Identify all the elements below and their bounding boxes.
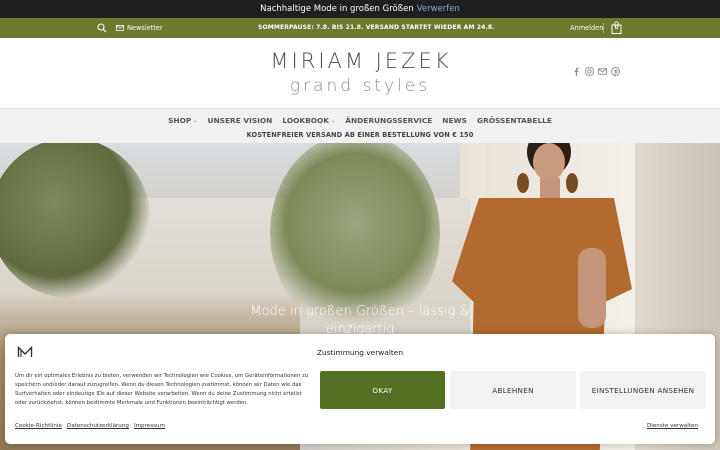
search-icon[interactable] — [97, 23, 107, 33]
privacy-policy-link[interactable]: Datenschutzerklärung — [67, 423, 129, 429]
brand-tagline: grand styles — [289, 76, 431, 96]
email-icon[interactable] — [598, 67, 607, 76]
site-header: MIRIAM JEZEK grand styles — [0, 38, 720, 108]
imprint-link[interactable]: Impressum — [134, 423, 165, 429]
login-link[interactable]: Anmelden — [570, 24, 603, 32]
divider — [603, 23, 604, 33]
summer-break-notice: SOMMERPAUSE: 7.8. BIS 21.8. VERSAND STAR… — [258, 24, 495, 31]
nav-items: SHOP ⌄ UNSERE VISION LOOKBOOK ⌄ ÄNDERUNG… — [0, 116, 720, 125]
free-shipping-notice: KOSTENFREIER VERSAND AB EINER BESTELLUNG… — [246, 131, 474, 139]
cookie-consent-dialog: Zustimmung verwalten Um dir ein optimale… — [5, 334, 715, 444]
nav-item-label: ÄNDERUNGSSERVICE — [345, 116, 433, 125]
mail-icon — [116, 25, 124, 31]
social-links — [572, 67, 620, 76]
nav-item-label: GRÖSSENTABELLE — [477, 116, 552, 125]
cart-count: 0 — [614, 25, 619, 31]
announcement-bar: Nachhaltige Mode in großen Größen Verwer… — [0, 0, 720, 18]
deny-button[interactable]: ABLEHNEN — [450, 371, 576, 409]
announcement-text: Nachhaltige Mode in großen Größen — [260, 4, 414, 14]
nav-item-alteration-service[interactable]: ÄNDERUNGSSERVICE — [345, 116, 432, 125]
accept-button[interactable]: OKAY — [320, 371, 445, 409]
consent-title: Zustimmung verwalten — [316, 348, 404, 357]
brand-logo[interactable]: MIRIAM JEZEK — [262, 49, 460, 73]
manage-services-link[interactable]: Dienste verwalten — [647, 423, 698, 429]
model-face — [533, 143, 565, 181]
dismiss-link[interactable]: Verwerfen — [417, 4, 460, 14]
instagram-icon[interactable] — [585, 67, 594, 76]
chevron-down-icon: ⌄ — [331, 117, 336, 124]
model-arm — [578, 248, 606, 328]
main-navigation: SHOP ⌄ UNSERE VISION LOOKBOOK ⌄ ÄNDERUNG… — [0, 108, 720, 143]
nav-item-vision[interactable]: UNSERE VISION — [207, 116, 272, 125]
facebook-icon[interactable] — [572, 67, 581, 76]
nav-item-label: UNSERE VISION — [207, 116, 273, 125]
consent-links: Cookie-Richtlinie Datenschutzerklärung I… — [15, 423, 165, 429]
nav-item-label: SHOP — [168, 116, 192, 125]
view-settings-button[interactable]: EINSTELLUNGEN ANSEHEN — [580, 371, 706, 409]
nav-item-label: NEWS — [442, 116, 467, 125]
model-earring — [517, 173, 529, 193]
model-neck — [540, 178, 560, 198]
nav-item-lookbook[interactable]: LOOKBOOK ⌄ — [282, 116, 335, 125]
newsletter-link[interactable]: Newsletter — [116, 24, 163, 32]
nav-item-size-chart[interactable]: GRÖSSENTABELLE — [477, 116, 552, 125]
newsletter-label: Newsletter — [127, 24, 163, 32]
model-earring — [566, 173, 578, 193]
chevron-down-icon: ⌄ — [193, 117, 198, 124]
hero-headline-line1: Mode in großen Größen – lässig & — [250, 304, 470, 319]
cookie-policy-link[interactable]: Cookie-Richtlinie — [15, 423, 62, 429]
pinterest-icon[interactable] — [611, 67, 620, 76]
nav-item-news[interactable]: NEWS — [442, 116, 467, 125]
consent-text: Um dir ein optimales Erlebnis zu bieten,… — [15, 373, 309, 406]
nav-item-label: LOOKBOOK — [282, 116, 330, 125]
utility-bar: Newsletter SOMMERPAUSE: 7.8. BIS 21.8. V… — [0, 18, 720, 38]
nav-item-shop[interactable]: SHOP ⌄ — [168, 116, 197, 125]
